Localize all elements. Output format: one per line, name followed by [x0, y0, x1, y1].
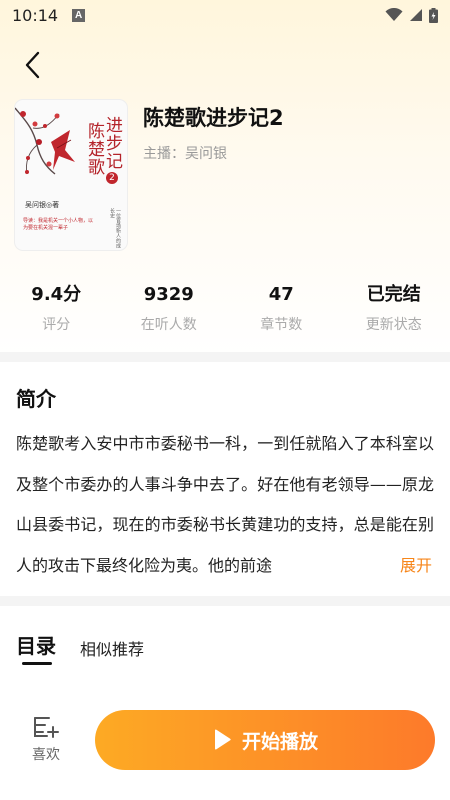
cover-side-text: 一位官场新人的成长史 — [109, 208, 121, 248]
like-label: 喜欢 — [32, 747, 60, 763]
cover-tagline: 导读：我是机关一个小人物，以为要在机关混一辈子 — [23, 218, 94, 231]
stat-label: 章节数 — [260, 317, 303, 333]
status-bar: 10:14 A — [0, 0, 450, 30]
stat-value: 9.4分 — [31, 284, 82, 305]
stat-chapters: 47 章节数 — [225, 282, 338, 334]
book-cover[interactable]: 进步记 陈楚歌 2 吴问银◎著 导读：我是机关一个小人物，以为要在机关混一辈子 … — [15, 100, 127, 250]
battery-icon — [429, 7, 438, 23]
back-button[interactable] — [16, 48, 50, 82]
book-host: 主播：吴问银 — [143, 146, 227, 162]
wifi-icon — [385, 8, 403, 21]
section-divider — [0, 352, 450, 362]
intro-heading: 简介 — [16, 387, 56, 411]
add-to-list-icon — [34, 717, 59, 738]
stat-listeners: 9329 在听人数 — [113, 282, 226, 334]
play-icon — [214, 729, 231, 750]
signal-icon — [410, 9, 422, 21]
cover-author: 吴问银◎著 — [25, 201, 60, 209]
chevron-left-icon — [25, 51, 40, 79]
book-title: 陈楚歌进步记2 — [143, 106, 284, 130]
cover-title-col-1: 进步记 — [102, 116, 122, 170]
stat-status: 已完结 更新状态 — [338, 282, 450, 334]
tab-catalog[interactable]: 目录 — [16, 630, 56, 659]
play-label: 开始播放 — [241, 730, 318, 753]
cover-title-col-2: 陈楚歌 — [84, 122, 104, 176]
stat-value: 9329 — [143, 284, 194, 305]
stat-rating: 9.4分 评分 — [0, 282, 113, 334]
tab-active-indicator — [22, 662, 52, 665]
stat-value: 47 — [268, 284, 294, 305]
book-stats: 9.4分 评分 9329 在听人数 47 章节数 已完结 更新状态 — [0, 282, 450, 334]
notification-icon: A — [72, 8, 86, 22]
expand-button[interactable]: 展开 — [400, 552, 433, 576]
cover-volume-badge: 2 — [106, 172, 118, 184]
status-time: 10:14 — [12, 5, 59, 25]
stat-value: 已完结 — [366, 284, 421, 305]
like-button[interactable]: 喜欢 — [24, 712, 68, 772]
start-play-button[interactable]: 开始播放 — [95, 710, 435, 770]
intro-fade — [360, 548, 402, 582]
status-icons — [385, 7, 438, 23]
section-divider — [0, 596, 450, 606]
stat-label: 评分 — [42, 317, 71, 333]
tab-similar[interactable]: 相似推荐 — [80, 636, 144, 660]
stat-label: 在听人数 — [140, 317, 197, 333]
stat-label: 更新状态 — [365, 317, 422, 333]
